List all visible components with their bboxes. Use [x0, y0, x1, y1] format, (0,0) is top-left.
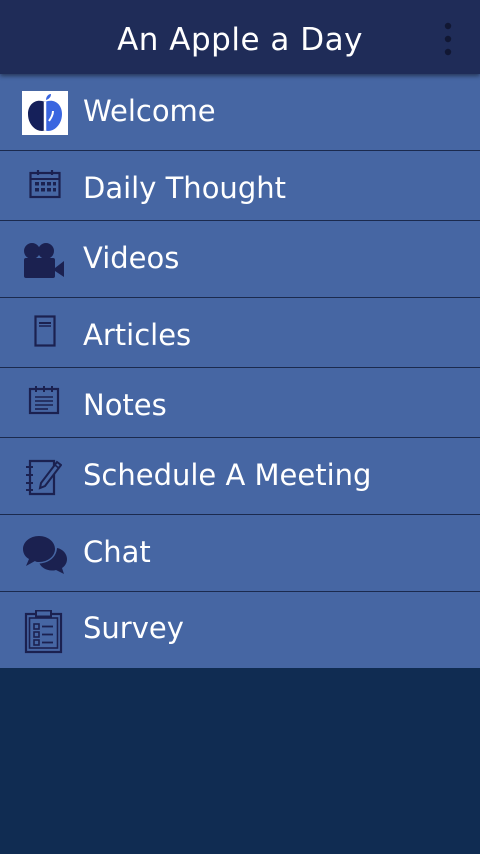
menu-item-schedule-a-meeting[interactable]: Schedule A Meeting — [0, 438, 480, 515]
document-icon — [34, 315, 56, 347]
more-vert-icon — [444, 22, 452, 56]
screen-edge — [480, 0, 484, 854]
navigation-menu: Welcome Daily Thought Videos Articles No… — [0, 74, 480, 668]
menu-item-label: Chat — [83, 535, 151, 569]
menu-item-label: Daily Thought — [83, 171, 286, 205]
overflow-menu-button[interactable] — [436, 20, 460, 58]
menu-item-label: Welcome — [83, 94, 216, 128]
calendar-icon — [29, 170, 61, 199]
menu-item-label: Schedule A Meeting — [83, 458, 372, 492]
menu-item-label: Articles — [83, 318, 192, 352]
menu-item-chat[interactable]: Chat — [0, 515, 480, 592]
app-bar: An Apple a Day — [0, 0, 480, 74]
clipboard-checklist-icon — [24, 610, 63, 654]
menu-item-label: Videos — [83, 241, 180, 275]
chat-bubbles-icon — [23, 536, 67, 574]
menu-item-survey[interactable]: Survey — [0, 592, 480, 668]
menu-item-label: Notes — [83, 388, 167, 422]
menu-item-label: Survey — [83, 611, 184, 645]
menu-item-daily-thought[interactable]: Daily Thought — [0, 151, 480, 221]
notepad-icon — [28, 386, 60, 415]
notebook-pen-icon — [26, 459, 62, 496]
video-camera-icon — [24, 243, 64, 278]
menu-item-videos[interactable]: Videos — [0, 221, 480, 298]
menu-item-welcome[interactable]: Welcome — [0, 74, 480, 151]
apple-logo-icon — [22, 91, 68, 135]
menu-item-notes[interactable]: Notes — [0, 368, 480, 438]
menu-item-articles[interactable]: Articles — [0, 298, 480, 368]
app-title: An Apple a Day — [117, 22, 363, 58]
